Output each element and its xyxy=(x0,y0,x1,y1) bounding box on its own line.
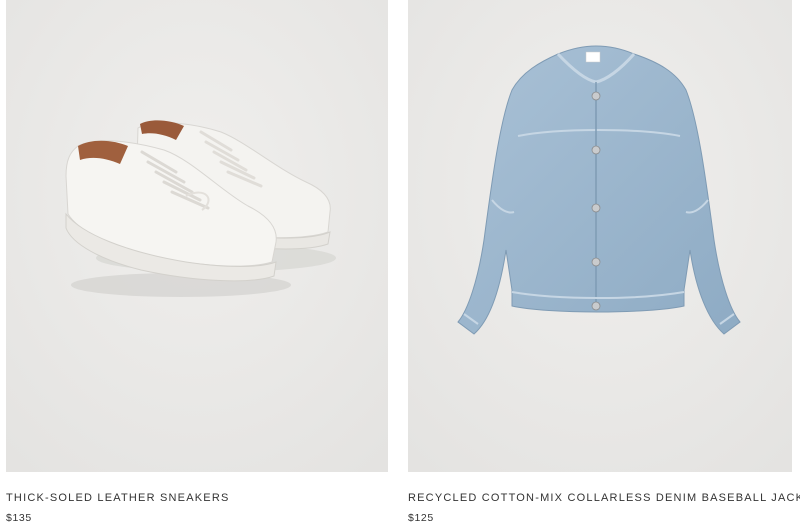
product-price: $135 xyxy=(6,512,32,524)
product-card-denim-jacket[interactable]: RECYCLED COTTON-MIX COLLARLESS DENIM BAS… xyxy=(408,0,800,526)
product-image-denim-jacket[interactable] xyxy=(408,0,792,472)
product-card-sneakers[interactable]: THICK-SOLED LEATHER SNEAKERS $135 xyxy=(6,0,388,526)
product-name[interactable]: THICK-SOLED LEATHER SNEAKERS xyxy=(6,492,230,504)
sneakers-illustration xyxy=(6,0,388,472)
denim-jacket-illustration xyxy=(408,0,792,472)
product-price: $125 xyxy=(408,512,434,524)
product-grid: THICK-SOLED LEATHER SNEAKERS $135 RECYCL… xyxy=(0,0,800,526)
product-name[interactable]: RECYCLED COTTON-MIX COLLARLESS DENIM BAS… xyxy=(408,492,800,504)
product-image-sneakers[interactable] xyxy=(6,0,388,472)
